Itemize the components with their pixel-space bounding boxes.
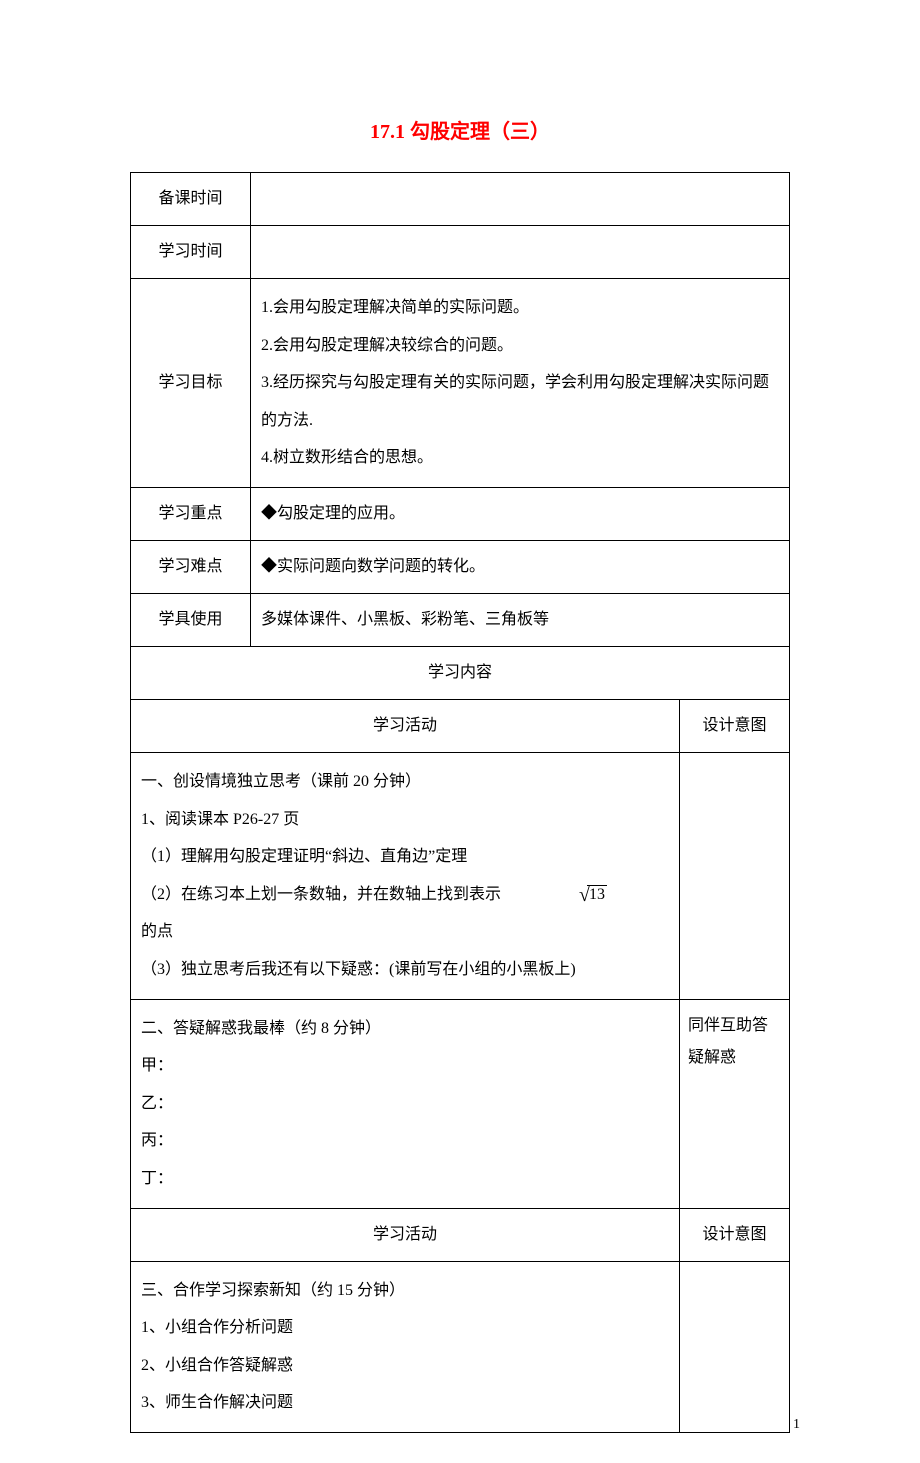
objective-item: 4.树立数形结合的思想。 xyxy=(261,439,781,477)
value-objectives: 1.会用勾股定理解决简单的实际问题。 2.会用勾股定理解决较综合的问题。 3.经… xyxy=(251,279,790,488)
label-objectives: 学习目标 xyxy=(131,279,251,488)
section2-line: 丁： xyxy=(141,1160,671,1198)
section3-line: 2、小组合作答疑解惑 xyxy=(141,1347,671,1385)
section3-line: 3、师生合作解决问题 xyxy=(141,1384,671,1422)
document-page: 17.1 勾股定理（三） 备课时间 学习时间 学习目标 1.会用勾股定理解决简单… xyxy=(0,0,920,1463)
table-row: 学习目标 1.会用勾股定理解决简单的实际问题。 2.会用勾股定理解决较综合的问题… xyxy=(131,279,790,488)
sqrt-argument: 13 xyxy=(587,885,607,904)
value-prep-time xyxy=(251,173,790,226)
table-row: 学习重点 ◆勾股定理的应用。 xyxy=(131,487,790,540)
section3-heading: 三、合作学习探索新知（约 15 分钟） xyxy=(141,1272,671,1310)
page-title: 17.1 勾股定理（三） xyxy=(130,115,790,144)
objective-item: 1.会用勾股定理解决简单的实际问题。 xyxy=(261,289,781,327)
table-row: 一、创设情境独立思考（课前 20 分钟） 1、阅读课本 P26-27 页 （1）… xyxy=(131,752,790,999)
section1-line: （3）独立思考后我还有以下疑惑：(课前写在小组的小黑板上) xyxy=(141,951,671,989)
header-activity-2: 学习活动 xyxy=(131,1208,680,1261)
header-content: 学习内容 xyxy=(131,646,790,699)
page-number: 1 xyxy=(793,1417,800,1433)
section1-heading: 一、创设情境独立思考（课前 20 分钟） xyxy=(141,763,671,801)
header-intent-2: 设计意图 xyxy=(680,1208,790,1261)
sqrt-expression: √13 xyxy=(579,885,607,905)
table-row: 学习内容 xyxy=(131,646,790,699)
section3-cell: 三、合作学习探索新知（约 15 分钟） 1、小组合作分析问题 2、小组合作答疑解… xyxy=(131,1261,680,1432)
value-difficulty: ◆实际问题向数学问题的转化。 xyxy=(251,540,790,593)
header-activity: 学习活动 xyxy=(131,699,680,752)
section2-cell: 二、答疑解惑我最棒（约 8 分钟） 甲： 乙： 丙： 丁： xyxy=(131,999,680,1208)
section2-intent: 同伴互助答疑解惑 xyxy=(680,999,790,1208)
section1-cell: 一、创设情境独立思考（课前 20 分钟） 1、阅读课本 P26-27 页 （1）… xyxy=(131,752,680,999)
table-row: 学习时间 xyxy=(131,226,790,279)
section2-line: 乙： xyxy=(141,1085,671,1123)
value-key-point: ◆勾股定理的应用。 xyxy=(251,487,790,540)
label-tools: 学具使用 xyxy=(131,593,251,646)
section3-line: 1、小组合作分析问题 xyxy=(141,1309,671,1347)
table-row: 备课时间 xyxy=(131,173,790,226)
header-intent: 设计意图 xyxy=(680,699,790,752)
value-tools: 多媒体课件、小黑板、彩粉笔、三角板等 xyxy=(251,593,790,646)
section1-line: （1）理解用勾股定理证明“斜边、直角边”定理 xyxy=(141,838,671,876)
section3-intent xyxy=(680,1261,790,1432)
label-study-time: 学习时间 xyxy=(131,226,251,279)
section1-line: 的点 xyxy=(141,913,671,951)
section2-line: 甲： xyxy=(141,1047,671,1085)
table-row: 学习活动 设计意图 xyxy=(131,699,790,752)
objective-item: 3.经历探究与勾股定理有关的实际问题，学会利用勾股定理解决实际问题的方法. xyxy=(261,364,781,439)
table-row: 学习难点 ◆实际问题向数学问题的转化。 xyxy=(131,540,790,593)
table-row: 学具使用 多媒体课件、小黑板、彩粉笔、三角板等 xyxy=(131,593,790,646)
label-prep-time: 备课时间 xyxy=(131,173,251,226)
section1-line-sqrt: （2）在练习本上划一条数轴，并在数轴上找到表示 √13 xyxy=(141,876,671,914)
section2-heading: 二、答疑解惑我最棒（约 8 分钟） xyxy=(141,1010,671,1048)
value-study-time xyxy=(251,226,790,279)
lesson-plan-table: 备课时间 学习时间 学习目标 1.会用勾股定理解决简单的实际问题。 2.会用勾股… xyxy=(130,172,790,1433)
label-difficulty: 学习难点 xyxy=(131,540,251,593)
section2-line: 丙： xyxy=(141,1122,671,1160)
table-row: 学习活动 设计意图 xyxy=(131,1208,790,1261)
section1-line: 1、阅读课本 P26-27 页 xyxy=(141,801,671,839)
table-row: 二、答疑解惑我最棒（约 8 分钟） 甲： 乙： 丙： 丁： 同伴互助答疑解惑 xyxy=(131,999,790,1208)
table-row: 三、合作学习探索新知（约 15 分钟） 1、小组合作分析问题 2、小组合作答疑解… xyxy=(131,1261,790,1432)
sqrt-prefix-text: （2）在练习本上划一条数轴，并在数轴上找到表示 xyxy=(141,886,501,903)
section1-intent xyxy=(680,752,790,999)
label-key-point: 学习重点 xyxy=(131,487,251,540)
objective-item: 2.会用勾股定理解决较综合的问题。 xyxy=(261,327,781,365)
